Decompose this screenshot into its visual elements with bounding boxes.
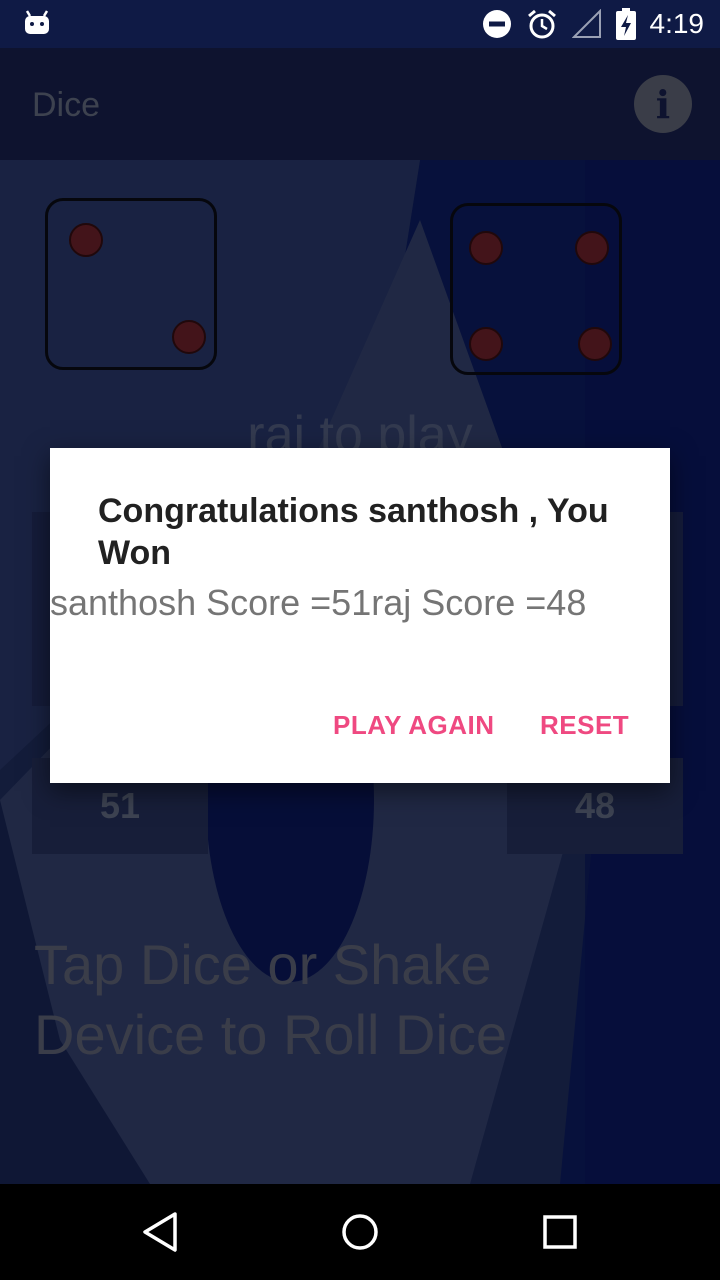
do-not-disturb-icon <box>482 10 511 38</box>
status-time: 4:19 <box>649 8 705 39</box>
home-icon[interactable] <box>340 1210 380 1254</box>
dialog-title: Congratulations santhosh , You Won <box>98 492 609 572</box>
reset-button[interactable]: RESET <box>540 710 629 741</box>
battery-charging-icon <box>615 8 636 40</box>
recents-icon[interactable] <box>542 1210 578 1254</box>
android-debug-icon <box>25 10 49 34</box>
result-dialog: Congratulations santhosh , You Won santh… <box>50 448 670 783</box>
status-bar: 4:19 <box>0 0 720 48</box>
signal-icon <box>571 9 601 38</box>
navigation-bar <box>0 1184 720 1280</box>
dialog-message: santhosh Score =51raj Score =48 <box>50 582 587 623</box>
back-icon[interactable] <box>140 1210 180 1254</box>
play-again-button[interactable]: PLAY AGAIN <box>333 710 495 741</box>
alarm-icon <box>527 9 556 39</box>
